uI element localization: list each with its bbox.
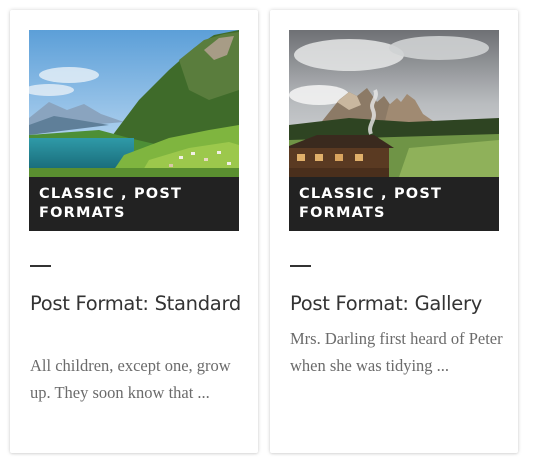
post-grid: CLASSIC , POST FORMATS Post Format: Stan… — [0, 0, 546, 469]
post-title-link[interactable]: Post Format: Gallery — [290, 290, 505, 317]
title-divider — [290, 265, 311, 267]
category-band: CLASSIC , POST FORMATS — [29, 177, 239, 231]
post-card: CLASSIC , POST FORMATS Post Format: Gall… — [270, 10, 518, 453]
post-card: CLASSIC , POST FORMATS Post Format: Stan… — [10, 10, 258, 453]
lake-mountain-image — [29, 30, 239, 177]
post-categories[interactable]: CLASSIC , POST FORMATS — [39, 185, 229, 223]
post-title-link[interactable]: Post Format: Standard — [30, 290, 245, 317]
post-excerpt: Mrs. Darling first heard of Peter when s… — [290, 329, 503, 375]
post-thumbnail-link[interactable]: CLASSIC , POST FORMATS — [29, 30, 239, 231]
mountain-chalet-image — [289, 30, 499, 177]
post-thumbnail-link[interactable]: CLASSIC , POST FORMATS — [289, 30, 499, 231]
title-divider — [30, 265, 51, 267]
category-band: CLASSIC , POST FORMATS — [289, 177, 499, 231]
post-categories[interactable]: CLASSIC , POST FORMATS — [299, 185, 489, 223]
post-excerpt: All children, except one, grow up. They … — [30, 356, 231, 402]
